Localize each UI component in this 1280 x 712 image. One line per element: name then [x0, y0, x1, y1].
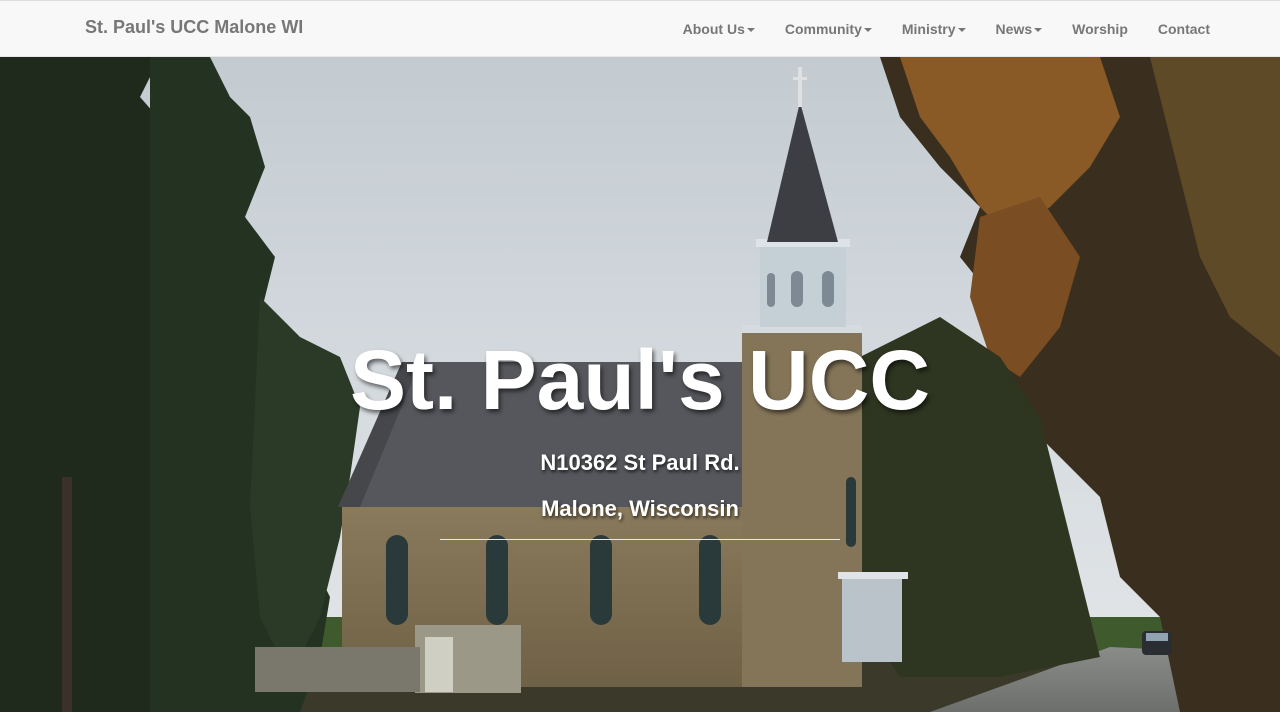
nav-item-label: About Us	[682, 20, 745, 37]
nav-item-label: Contact	[1157, 20, 1210, 37]
nav-item-community[interactable]: Community	[770, 1, 887, 56]
nav-item-label: Ministry	[901, 20, 956, 37]
address-line-2: Malone, Wisconsin	[541, 496, 739, 521]
nav-item-worship[interactable]: Worship	[1057, 1, 1143, 56]
nav-item-ministry[interactable]: Ministry	[887, 1, 981, 56]
caret-down-icon	[863, 27, 872, 32]
navbar: St. Paul's UCC Malone WI About Us Commun…	[0, 0, 1280, 57]
address-line-1: N10362 St Paul Rd.	[540, 450, 740, 475]
nav-item-label: News	[995, 20, 1033, 37]
hero-section: St. Paul's UCC N10362 St Paul Rd. Malone…	[0, 57, 1280, 712]
brand-link[interactable]: St. Paul's UCC Malone WI	[85, 17, 303, 38]
caret-down-icon	[957, 27, 966, 32]
caret-down-icon	[746, 27, 755, 32]
caret-down-icon	[1034, 27, 1043, 32]
nav-item-label: Community	[784, 20, 862, 37]
hero-overlay: St. Paul's UCC N10362 St Paul Rd. Malone…	[0, 57, 1280, 712]
nav-item-about-us[interactable]: About Us	[668, 1, 770, 56]
nav-menu: About Us Community Ministry News Worship…	[668, 1, 1225, 56]
nav-item-contact[interactable]: Contact	[1143, 1, 1225, 56]
nav-item-news[interactable]: News	[981, 1, 1058, 56]
divider	[440, 539, 840, 540]
hero-title: St. Paul's UCC	[349, 333, 931, 427]
nav-item-label: Worship	[1072, 20, 1128, 37]
